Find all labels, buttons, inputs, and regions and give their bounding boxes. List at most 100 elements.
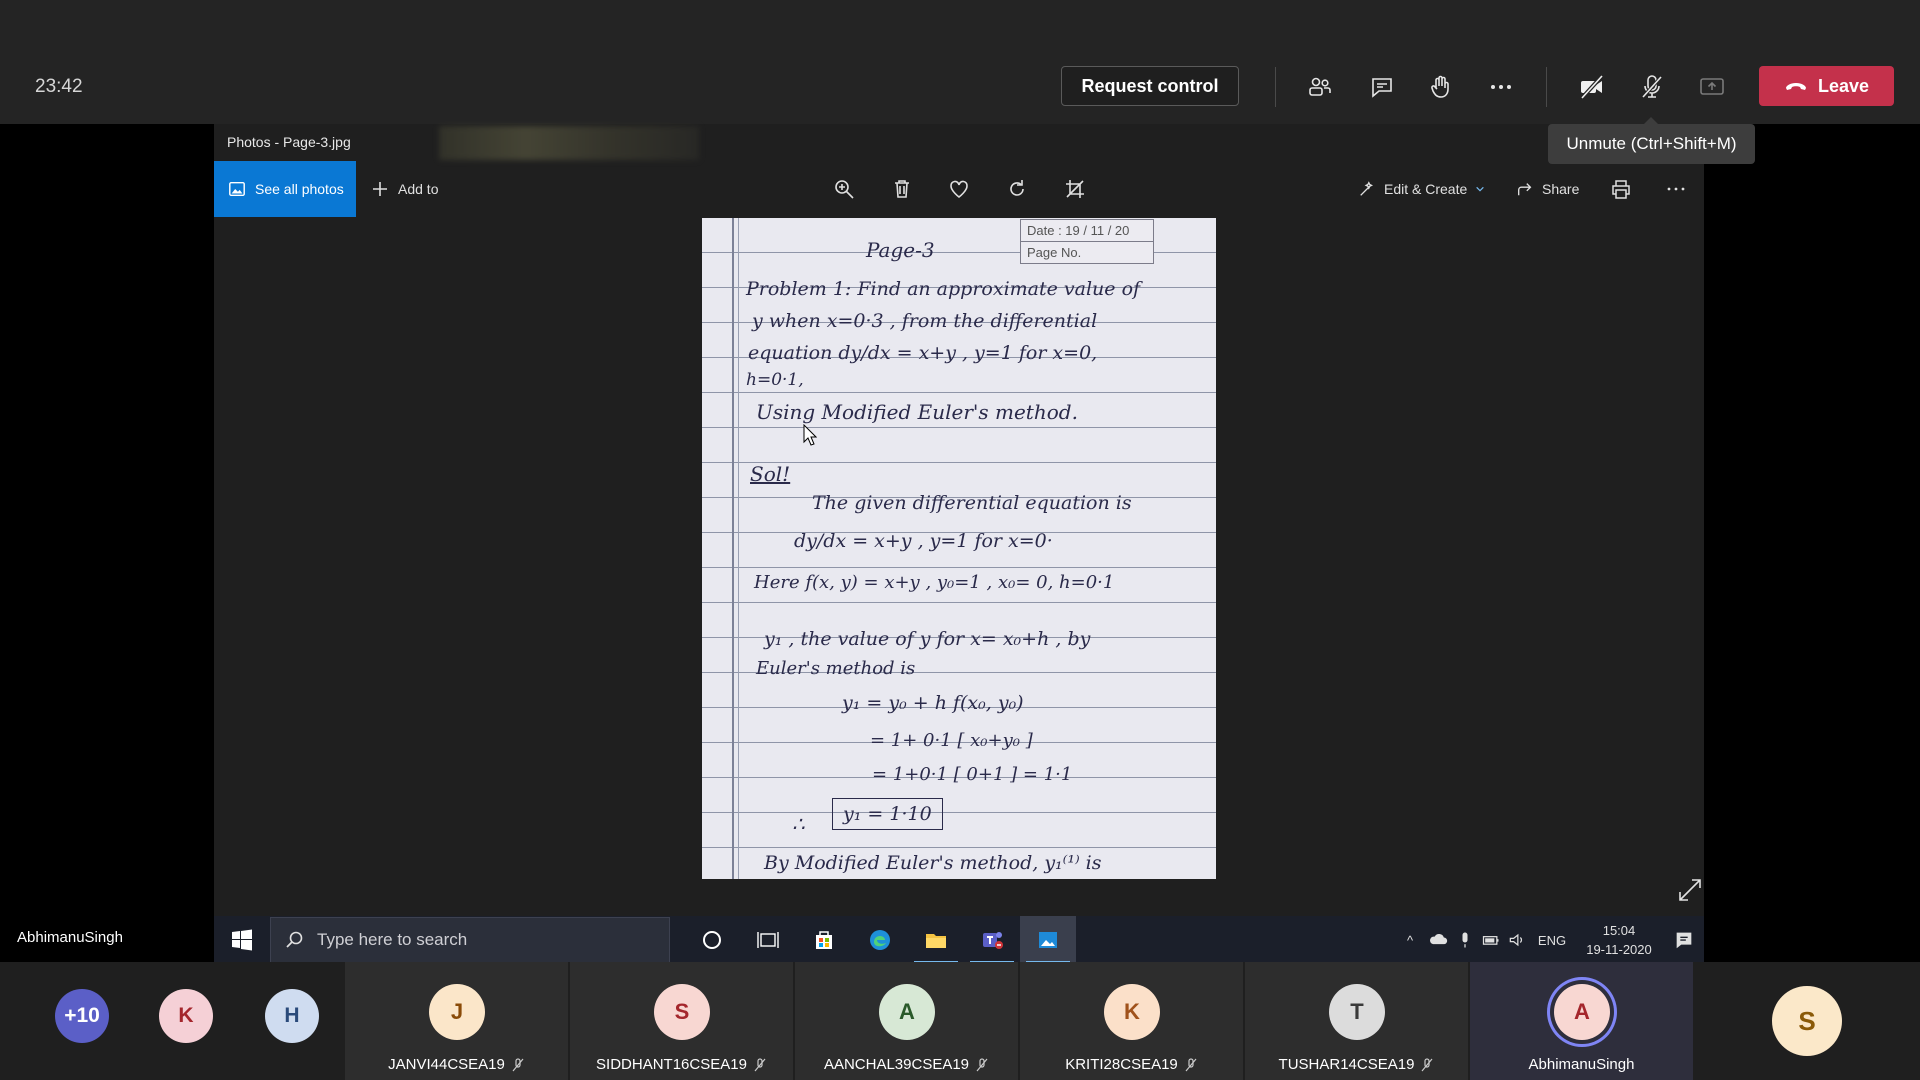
teams-icon[interactable]	[964, 916, 1020, 964]
see-all-photos-label: See all photos	[255, 181, 344, 197]
add-to-button[interactable]: Add to	[370, 161, 438, 217]
share-icon	[1518, 183, 1532, 196]
participant-tile[interactable]: A AANCHAL39CSEA19	[795, 962, 1018, 1080]
handwritten-line: Sol!	[750, 462, 791, 486]
raise-hand-icon[interactable]	[1420, 66, 1462, 108]
more-participants-badge[interactable]: +10	[55, 989, 109, 1043]
edge-browser-icon[interactable]	[852, 916, 908, 964]
file-explorer-icon[interactable]	[908, 916, 964, 964]
cortana-icon[interactable]	[684, 916, 740, 964]
avatar: S	[654, 984, 710, 1040]
edit-create-label: Edit & Create	[1384, 181, 1468, 197]
mic-off-icon	[512, 1057, 524, 1071]
participant-avatar[interactable]: K	[159, 989, 213, 1043]
boxed-result: y₁ = 1·10	[832, 798, 943, 830]
handwritten-line: y₁ , the value of y for x= x₀+h , by	[764, 628, 1091, 650]
print-icon[interactable]	[1606, 174, 1636, 204]
participants-strip: +10 K H J JANVI44CSEA19 S SIDDHANT16CSEA…	[0, 962, 1920, 1080]
taskbar-search-input[interactable]: Type here to search	[270, 917, 670, 963]
handwritten-line: Problem 1: Find an approximate value of	[746, 278, 1141, 300]
request-control-button[interactable]: Request control	[1061, 66, 1239, 106]
participant-name: SIDDHANT16CSEA19	[570, 1056, 793, 1073]
mouse-cursor-icon	[803, 424, 817, 446]
favorite-heart-icon[interactable]	[944, 174, 974, 204]
date-box: Date : 19 / 11 / 20 Page No.	[1020, 219, 1154, 264]
windows-taskbar: Type here to search ^ ENG 15:04 19-11-20…	[214, 916, 1704, 964]
clock-time: 15:04	[1602, 923, 1636, 938]
title-bar-blur	[439, 126, 699, 160]
edit-wand-icon	[1360, 181, 1374, 196]
participant-tile[interactable]: S SIDDHANT16CSEA19	[570, 962, 793, 1080]
task-view-icon[interactable]	[740, 916, 796, 964]
participant-avatar[interactable]: H	[265, 989, 319, 1043]
delete-icon[interactable]	[887, 174, 917, 204]
microphone-tray-icon[interactable]	[1452, 930, 1478, 950]
taskbar-clock[interactable]: 15:04 19-11-2020	[1574, 921, 1664, 959]
date-label: Date : 19 / 11 / 20	[1021, 220, 1153, 242]
mic-off-icon	[976, 1057, 988, 1071]
onedrive-cloud-icon[interactable]	[1424, 930, 1452, 950]
page-no-label: Page No.	[1027, 245, 1082, 260]
battery-icon[interactable]	[1478, 930, 1504, 950]
participant-name: AbhimanuSingh	[1470, 1056, 1693, 1073]
participant-tile[interactable]: K KRITI28CSEA19	[1020, 962, 1243, 1080]
language-indicator[interactable]: ENG	[1530, 933, 1574, 948]
meeting-toolbar: 23:42 Request control Leave	[0, 0, 1920, 124]
mic-off-icon	[754, 1057, 766, 1071]
people-icon[interactable]	[1299, 66, 1341, 108]
handwritten-line: The given differential equation is	[812, 492, 1132, 514]
avatar: A	[1554, 984, 1610, 1040]
participant-name: AANCHAL39CSEA19	[795, 1056, 1018, 1073]
crop-icon[interactable]	[1060, 174, 1090, 204]
chat-icon[interactable]	[1361, 66, 1403, 108]
call-timer: 23:42	[35, 76, 83, 97]
notebook-page-photo: Date : 19 / 11 / 20 Page No. Page-3 Prob…	[702, 218, 1216, 879]
handwritten-line: y₁ = y₀ + h f(x₀, y₀)	[842, 692, 1024, 714]
camera-off-icon[interactable]	[1571, 66, 1613, 108]
participant-name-text: TUSHAR14CSEA19	[1278, 1056, 1415, 1073]
zoom-icon[interactable]	[829, 174, 859, 204]
photos-taskbar-icon[interactable]	[1020, 916, 1076, 964]
gallery-icon	[229, 181, 245, 197]
action-center-icon[interactable]	[1664, 929, 1704, 951]
handwritten-line: equation dy/dx = x+y , y=1 for x=0,	[748, 342, 1098, 364]
avatar: T	[1329, 984, 1385, 1040]
avatar: J	[429, 984, 485, 1040]
mic-off-icon	[1185, 1057, 1197, 1071]
plus-icon	[373, 182, 387, 196]
rotate-icon[interactable]	[1002, 174, 1032, 204]
tray-chevron-up-icon[interactable]: ^	[1396, 933, 1424, 948]
volume-icon[interactable]	[1504, 930, 1530, 950]
participant-tile[interactable]: J JANVI44CSEA19	[345, 962, 568, 1080]
windows-start-icon[interactable]	[214, 916, 270, 964]
handwritten-line: Here f(x, y) = x+y , y₀=1 , x₀= 0, h=0·1	[754, 572, 1115, 593]
expand-icon[interactable]	[1676, 876, 1704, 904]
leave-label: Leave	[1817, 75, 1870, 96]
share-button[interactable]: Share	[1516, 161, 1579, 217]
leave-button[interactable]: Leave	[1759, 66, 1894, 106]
add-to-label: Add to	[398, 181, 439, 197]
participant-tile[interactable]: T TUSHAR14CSEA19	[1245, 962, 1468, 1080]
more-icon[interactable]	[1661, 174, 1691, 204]
see-all-photos-button[interactable]: See all photos	[214, 161, 356, 217]
handwritten-line: h=0·1,	[746, 370, 804, 390]
handwritten-line: dy/dx = x+y , y=1 for x=0·	[794, 530, 1053, 552]
participant-name-text: SIDDHANT16CSEA19	[596, 1056, 747, 1073]
share-label: Share	[1542, 181, 1580, 197]
presenter-name-label: AbhimanuSingh	[17, 929, 123, 946]
participant-tile-self[interactable]: A AbhimanuSingh	[1470, 962, 1693, 1080]
handwritten-line: Page-3	[866, 238, 935, 262]
store-icon[interactable]	[796, 916, 852, 964]
photos-window-title: Photos - Page-3.jpg	[227, 134, 351, 150]
share-tray-icon[interactable]	[1691, 66, 1733, 108]
handwritten-line: = 1+0·1 [ 0+1 ] = 1·1	[872, 764, 1073, 785]
microphone-muted-icon[interactable]	[1631, 66, 1673, 108]
participant-avatar[interactable]: S	[1772, 986, 1842, 1056]
avatar: K	[1104, 984, 1160, 1040]
handwritten-line: = 1+ 0·1 [ x₀+y₀ ]	[870, 730, 1033, 751]
toolbar-divider	[1546, 67, 1547, 107]
handwritten-line: Euler's method is	[756, 658, 916, 679]
more-options-icon[interactable]	[1480, 66, 1522, 108]
toolbar-divider	[1275, 67, 1276, 107]
edit-create-button[interactable]: Edit & Create	[1358, 161, 1485, 217]
